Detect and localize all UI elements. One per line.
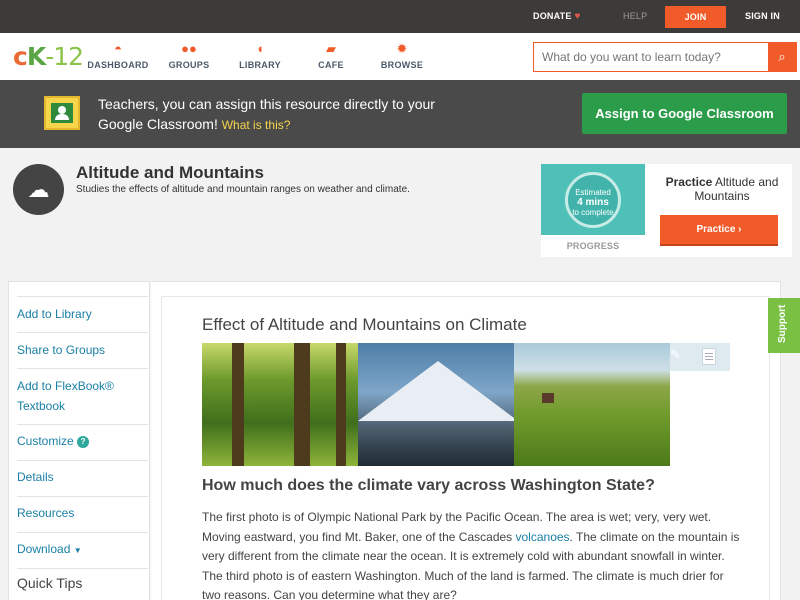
search-input[interactable] <box>534 43 769 71</box>
add-to-library-link[interactable]: Add to Library <box>17 304 148 324</box>
search-icon: ⌕ <box>778 49 786 64</box>
chevron-right-icon: › <box>738 224 742 235</box>
nav-browse-label: BROWSE <box>380 60 424 70</box>
nav-groups[interactable]: ●● GROUPS <box>154 41 224 70</box>
practice-card: Estimated 4 mins to complete PROGRESS Pr… <box>541 164 792 257</box>
lightbulb-icon: ✹ <box>396 41 408 56</box>
join-button[interactable]: JOIN <box>665 6 726 28</box>
mt-baker-photo <box>358 343 514 466</box>
caret-down-icon: ▼ <box>73 546 82 555</box>
nav-browse[interactable]: ✹ BROWSE <box>367 41 437 70</box>
google-classroom-icon <box>44 96 80 130</box>
weather-cloud-icon: ☁ <box>13 164 64 215</box>
heart-icon: ♥ <box>574 11 581 22</box>
help-link[interactable]: HELP <box>623 0 647 33</box>
divider <box>17 332 148 333</box>
practice-button[interactable]: Practice › <box>660 215 778 244</box>
volcanoes-link[interactable]: volcanoes <box>516 530 570 544</box>
divider <box>17 460 148 461</box>
logo-12: -12 <box>45 42 84 71</box>
practice-title: Practice Altitude and Mountains <box>659 175 785 203</box>
logo-k: K <box>26 42 46 71</box>
nav-dashboard-label: DASHBOARD <box>87 60 149 70</box>
support-tab[interactable]: Support <box>768 298 800 353</box>
olympic-forest-photo <box>202 343 358 466</box>
share-to-groups-link[interactable]: Share to Groups <box>17 340 148 360</box>
customize-label: Customize <box>17 434 74 448</box>
support-label: Support <box>777 304 788 343</box>
download-label: Download <box>17 542 71 556</box>
chat-icon: ▰ <box>326 41 336 56</box>
add-to-flexbook-link[interactable]: Add to FlexBook® Textbook <box>17 376 148 416</box>
concept-title: Altitude and Mountains <box>76 163 264 182</box>
nav-cafe-label: CAFE <box>318 60 344 70</box>
section-title: Effect of Altitude and Mountains on Clim… <box>202 315 527 334</box>
what-is-this-link[interactable]: What is this? <box>222 118 291 132</box>
notes-icon[interactable] <box>702 348 716 365</box>
nav-groups-label: GROUPS <box>168 60 210 70</box>
resources-link[interactable]: Resources <box>17 503 148 523</box>
concept-description: Studies the effects of altitude and moun… <box>76 184 410 195</box>
divider <box>17 568 148 569</box>
download-link[interactable]: Download ▼ <box>17 539 148 561</box>
progress-label: PROGRESS <box>566 241 620 251</box>
classroom-message: Teachers, you can assign this resource d… <box>98 94 458 135</box>
practice-title-bold: Practice <box>665 175 713 189</box>
side-panel: Add to Library Share to Groups Add to Fl… <box>8 281 150 600</box>
top-bar: DONATE ♥ HELP JOIN SIGN IN <box>0 0 800 33</box>
divider <box>17 532 148 533</box>
book-icon: ◖ <box>256 41 264 56</box>
donate-label: DONATE <box>533 11 572 21</box>
assign-to-classroom-button[interactable]: Assign to Google Classroom <box>582 93 787 134</box>
details-link[interactable]: Details <box>17 467 148 487</box>
annotation-toolbar: ✎ <box>670 343 730 371</box>
progress-circle: Estimated 4 mins to complete <box>565 172 621 228</box>
people-icon: ●● <box>181 41 197 56</box>
donate-link[interactable]: DONATE ♥ <box>533 0 581 33</box>
practice-button-label: Practice <box>696 224 736 235</box>
divider <box>17 496 148 497</box>
to-complete-label: to complete <box>572 208 614 217</box>
nav-library-label: LIBRARY <box>239 60 281 70</box>
lesson-paragraph: The first photo is of Olympic National P… <box>202 508 742 600</box>
divider <box>17 368 148 369</box>
ck12-logo[interactable]: cK-12 <box>13 42 84 71</box>
nav-cafe[interactable]: ▰ CAFE <box>296 41 366 70</box>
search-button[interactable]: ⌕ <box>768 43 796 71</box>
search-box: ⌕ <box>533 42 797 72</box>
pencil-icon[interactable]: ✎ <box>670 347 681 363</box>
logo-c: c <box>13 42 28 71</box>
nav-library[interactable]: ◖ LIBRARY <box>225 41 295 70</box>
divider <box>17 296 148 297</box>
help-question-icon[interactable]: ? <box>77 435 90 448</box>
lesson-question: How much does the climate vary across Wa… <box>202 477 655 494</box>
practice-image: Estimated 4 mins to complete <box>541 164 645 235</box>
estimated-mins: 4 mins <box>577 197 609 208</box>
speedometer-icon: ◓ <box>114 41 122 56</box>
quick-tips-heading: Quick Tips <box>17 575 83 591</box>
nav-dashboard[interactable]: ◓ DASHBOARD <box>83 41 153 70</box>
eastern-washington-farm-photo <box>514 343 670 466</box>
main-header: cK-12 ◓ DASHBOARD ●● GROUPS ◖ LIBRARY ▰ … <box>0 33 800 80</box>
sign-in-link[interactable]: SIGN IN <box>745 0 780 33</box>
customize-link[interactable]: Customize ? <box>17 431 148 451</box>
divider <box>17 424 148 425</box>
